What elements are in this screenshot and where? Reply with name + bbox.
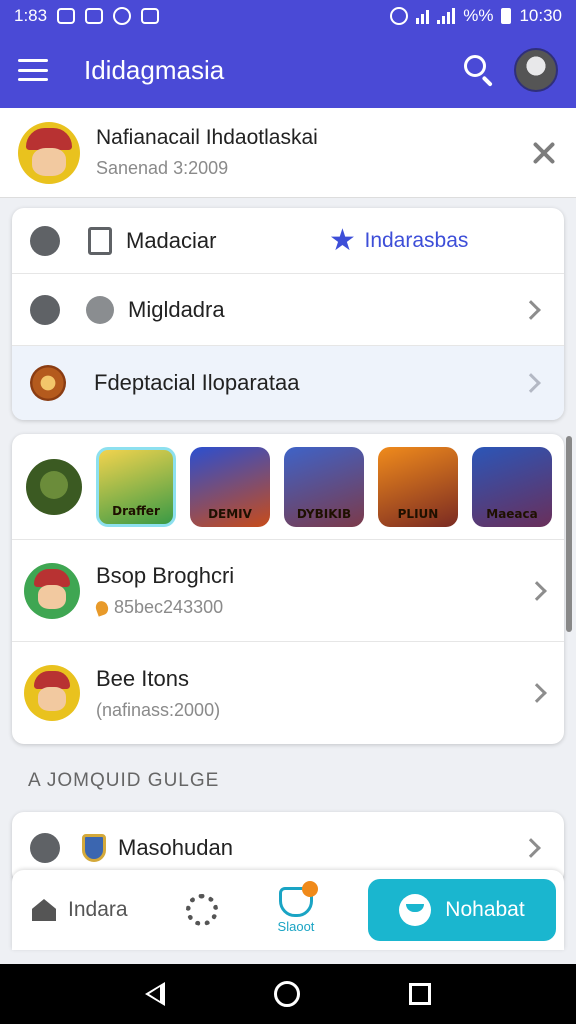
app-title: Ididagmasia [84, 54, 225, 85]
game-tile-label: Maeaca [486, 506, 538, 521]
globe-icon [86, 295, 114, 324]
game-tile[interactable]: Maeaca [472, 446, 552, 527]
scrollbar[interactable] [566, 436, 572, 632]
status-clock: 10:30 [519, 6, 562, 25]
game-tile-label: PLIUN [397, 506, 439, 521]
list-item-label: Masohudan [118, 835, 233, 860]
smile-icon [399, 894, 432, 926]
search-icon[interactable] [458, 50, 498, 90]
game-tile-label: DYBIKIB [296, 506, 352, 521]
camera-icon [30, 833, 60, 863]
battery-icon [501, 8, 512, 24]
player-detail: (nafinass:2000) [96, 699, 221, 720]
gear-icon [185, 894, 218, 926]
gear-emblem-icon [30, 365, 66, 401]
search-settings-icon [30, 294, 60, 325]
chevron-right-icon [521, 373, 541, 393]
nav-home[interactable]: Indara [32, 898, 128, 922]
chevron-right-icon [527, 580, 547, 601]
menu-row-madaciar[interactable]: Madaciar ★ Indarasbas [12, 208, 564, 274]
notification-icon [57, 8, 76, 24]
wifi-icon [416, 8, 430, 24]
player-row[interactable]: Bsop Broghcri 85bec243300 [12, 540, 564, 642]
menu-row-fdeptacial[interactable]: Fdeptacial Iloparataa [12, 346, 564, 420]
menu-label: Migldadra [128, 296, 225, 322]
notification-avatar [18, 121, 80, 184]
mail-icon [85, 8, 104, 24]
app-bar: Ididagmasia [0, 32, 576, 108]
games-row: Draffer DEMIV DYBIKIB PLIUN Maeaca [12, 434, 564, 540]
player-name: Bsop Broghcri [96, 563, 235, 588]
app-icon [141, 8, 160, 24]
game-tile-label: DEMIV [208, 506, 252, 521]
game-tile[interactable]: DEMIV [190, 446, 270, 527]
game-tile[interactable]: PLIUN [378, 446, 458, 527]
notification-title: Nafianacail Ihdaotlaskai [96, 126, 318, 149]
player-name: Bee Itons [96, 665, 189, 691]
featured-link[interactable]: Indarasbas [364, 229, 468, 253]
game-tile[interactable]: DYBIKIB [284, 446, 364, 527]
nav-mid[interactable]: Slaoot [277, 880, 319, 934]
player-avatar [24, 562, 80, 619]
clock-icon [30, 225, 60, 256]
player-avatar [24, 665, 80, 721]
nav-settings[interactable] [185, 894, 218, 926]
nav-mid-label: Slaoot [277, 918, 315, 934]
chevron-right-icon [527, 683, 547, 703]
menu-icon[interactable] [18, 59, 48, 81]
system-navigation [0, 964, 576, 1024]
status-time: 1:83 [14, 6, 48, 25]
home-icon [32, 899, 56, 921]
profile-avatar[interactable] [514, 48, 558, 92]
close-icon[interactable] [530, 139, 558, 167]
goblin-icon [26, 458, 82, 515]
game-tile-label: Draffer [112, 503, 160, 518]
cta-button[interactable]: Nohabat [368, 879, 556, 941]
star-icon: ★ [329, 223, 356, 257]
games-card: Draffer DEMIV DYBIKIB PLIUN Maeaca Bsop … [12, 434, 564, 744]
signal-icon [437, 8, 456, 24]
player-row[interactable]: Bee Itons (nafinass:2000) [12, 642, 564, 744]
document-icon [88, 226, 112, 255]
cta-label: Nohabat [445, 898, 525, 921]
player-detail: 85bec243300 [114, 597, 224, 617]
flame-icon [93, 598, 111, 617]
shield-icon [82, 834, 106, 862]
home-button-icon[interactable] [273, 981, 300, 1007]
menu-card: Madaciar ★ Indarasbas Migldadra Fdeptaci… [12, 208, 564, 420]
battery-percent: %% [463, 6, 494, 25]
game-tile[interactable]: Draffer [96, 446, 176, 527]
menu-row-migldadra[interactable]: Migldadra [12, 274, 564, 346]
chevron-right-icon [521, 838, 541, 858]
status-bar: 1:83 %% 10:30 [0, 0, 576, 32]
menu-label: Fdeptacial Iloparataa [94, 370, 300, 395]
back-icon[interactable] [144, 982, 165, 1006]
nav-home-label: Indara [68, 898, 128, 921]
notification-badge [302, 880, 319, 897]
recent-apps-icon[interactable] [409, 983, 432, 1005]
notification-banner: Nafianacail Ihdaotlaskai Sanenad 3:2009 [0, 108, 576, 198]
notification-subtitle: Sanenad 3:2009 [96, 158, 229, 178]
menu-label: Madaciar [126, 227, 217, 253]
alarm-icon [390, 7, 409, 25]
section-heading: A JOMQUID GULGE [28, 770, 220, 791]
cloud-icon [113, 7, 132, 25]
chevron-right-icon [521, 299, 541, 320]
bottom-navigation: Indara Slaoot Nohabat [12, 870, 564, 950]
